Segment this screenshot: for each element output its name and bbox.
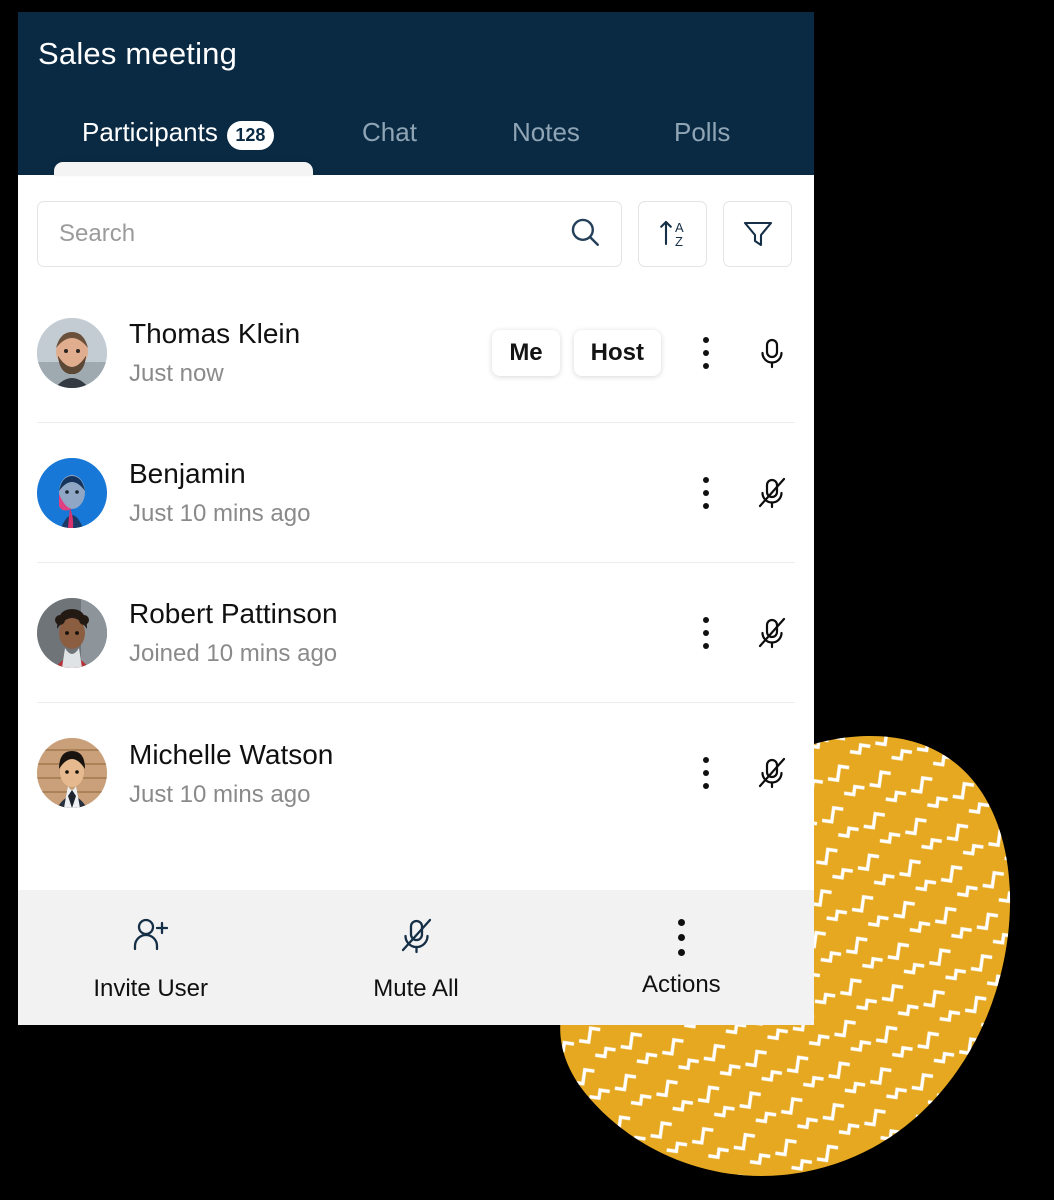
user-add-icon [128,913,174,962]
invite-user-button[interactable]: Invite User [18,913,283,1003]
sort-az-icon: A Z [655,215,691,254]
search-field-container[interactable] [37,201,622,267]
mute-all-label: Mute All [373,974,459,1002]
sort-az-button[interactable]: A Z [638,201,707,267]
participant-info: Thomas Klein Just now [129,316,492,389]
tab-chat[interactable]: Chat [362,117,417,175]
tab-notes[interactable]: Notes [512,117,580,175]
kebab-menu-icon [677,916,685,958]
participant-name: Robert Pattinson [129,598,338,630]
participants-count-badge: 128 [226,121,274,150]
avatar [37,738,107,808]
participant-name: Thomas Klein [129,318,301,350]
invite-user-label: Invite User [93,974,209,1002]
microphone-muted-icon [393,913,439,962]
filter-funnel-icon [740,215,776,254]
microphone-muted-icon[interactable] [749,750,795,796]
avatar [37,317,107,388]
avatar [37,457,107,528]
actions-button[interactable]: Actions [549,916,814,999]
tab-participants-label: Participants [82,117,218,147]
participant-info: Robert Pattinson Joined 10 mins ago [129,596,661,669]
mute-all-button[interactable]: Mute All [283,913,548,1003]
participant-info: Benjamin Just 10 mins ago [129,456,661,529]
participant-row[interactable]: Michelle Watson Just 10 mins ago [37,703,795,843]
participants-panel-card: Sales meeting Participants 128 Chat Note… [18,12,814,1025]
participant-actions [689,330,795,376]
participant-actions [689,470,795,516]
participant-row[interactable]: Thomas Klein Just now Me Host [37,283,795,423]
participant-actions [689,750,795,796]
panel-header: Sales meeting Participants 128 Chat Note… [18,12,814,176]
kebab-menu-icon[interactable] [689,331,723,375]
avatar [37,597,107,668]
tab-bar: Participants 128 Chat Notes Polls [18,117,814,176]
participant-name: Benjamin [129,458,246,490]
participant-list: Thomas Klein Just now Me Host Benjamin J… [18,283,814,843]
participant-time: Just now [129,360,224,388]
actions-label: Actions [641,971,721,998]
participant-row[interactable]: Robert Pattinson Joined 10 mins ago [37,563,795,703]
participant-name: Michelle Watson [129,738,334,770]
status-badge-host: Host [573,329,661,376]
search-toolbar: A Z [18,175,814,283]
svg-text:Z: Z [675,234,683,249]
participant-info: Michelle Watson Just 10 mins ago [129,737,661,810]
participant-time: Just 10 mins ago [129,780,311,808]
search-icon [568,215,602,254]
footer-toolbar: Invite User Mute All Actions [18,890,814,1025]
kebab-menu-icon[interactable] [689,751,723,795]
status-badge-me: Me [492,329,560,376]
svg-text:A: A [675,220,684,235]
active-tab-indicator [54,162,313,176]
kebab-menu-icon[interactable] [689,471,723,515]
tab-polls[interactable]: Polls [674,117,730,175]
participant-time: Joined 10 mins ago [129,640,338,668]
tab-notes-label: Notes [512,117,580,147]
kebab-menu-icon[interactable] [689,611,723,655]
microphone-muted-icon[interactable] [749,610,795,656]
search-input[interactable] [57,219,568,249]
participant-actions [689,610,795,656]
tab-polls-label: Polls [674,117,731,147]
participant-row[interactable]: Benjamin Just 10 mins ago [37,423,795,563]
participant-badges: Me Host [492,329,661,376]
microphone-muted-icon[interactable] [749,470,795,516]
tab-chat-label: Chat [362,117,417,147]
page-title: Sales meeting [38,36,238,71]
filter-button[interactable] [723,201,792,267]
participant-time: Just 10 mins ago [129,500,311,528]
microphone-icon[interactable] [749,330,795,376]
